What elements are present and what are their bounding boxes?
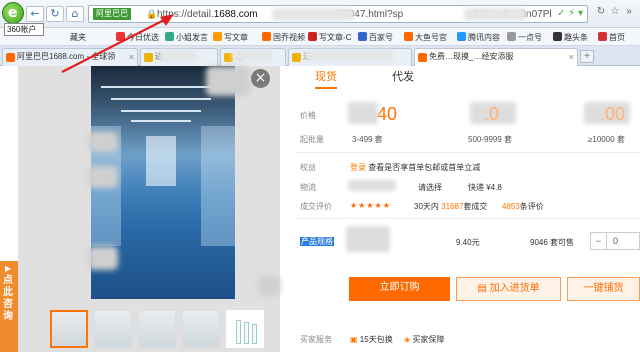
close-viewer-button[interactable]: × xyxy=(251,69,270,88)
quantity-value[interactable]: 0 xyxy=(613,236,618,246)
redacted-tab-text xyxy=(304,50,394,61)
qty-tier-3: ≥10000 套 xyxy=(588,135,625,144)
service-label: 买家服务 xyxy=(300,335,332,344)
review-label: 成交评价 xyxy=(300,202,332,211)
add-to-cart-button[interactable]: ▤ 加入进货单 xyxy=(456,277,561,301)
browser-tab-active[interactable]: 免费…现摸_…经安添服 × xyxy=(414,48,578,66)
bookmark-item[interactable]: 写文章 xyxy=(213,32,248,43)
tab-favicon-icon xyxy=(144,53,153,62)
new-tab-button[interactable]: + xyxy=(580,50,594,63)
moq-label: 起批量 xyxy=(300,135,324,144)
redacted-price xyxy=(348,102,378,124)
service-protection: ◈ 买家保障 xyxy=(404,335,445,344)
address-toolbar: e ← ↻ ⌂ 阿里巴巴 🔒 https://detail.1688.com 77… xyxy=(0,0,640,28)
redacted-region xyxy=(88,246,118,270)
buy-now-button[interactable]: 立即订购 xyxy=(349,277,450,301)
consult-float-button[interactable]: ▶ 点此咨询 xyxy=(0,261,18,352)
bookmark-item[interactable]: 藏夹 xyxy=(70,32,86,43)
tab-strip: 阿里巴巴1688.com - 全球领× 进 进 进 免费…现摸_…经安添服× + xyxy=(0,46,640,66)
thumbnail-image[interactable] xyxy=(182,310,220,348)
back-button[interactable]: ← xyxy=(26,6,44,22)
thumbnail-image[interactable] xyxy=(226,310,264,348)
tab-favicon-icon xyxy=(292,53,301,62)
benefit-label: 权益 xyxy=(300,163,316,172)
spec-label: 产品规格 xyxy=(300,237,334,246)
redacted-region xyxy=(88,132,118,152)
review-count[interactable]: 4853条评价 xyxy=(502,201,544,212)
qty-tier-1: 3-499 套 xyxy=(352,135,383,144)
exchange-icon: ▣ xyxy=(350,335,358,344)
close-tab-icon[interactable]: × xyxy=(129,49,134,65)
bookmark-item[interactable]: 写文章-C xyxy=(308,32,351,43)
redacted-region xyxy=(206,66,250,96)
bookmark-item[interactable]: 国乔视频 xyxy=(262,32,305,43)
bookmark-item[interactable]: 小姐发言 xyxy=(165,32,208,43)
rating-stars-icon: ★★★★★ xyxy=(350,201,391,210)
deal-count: 30天内 31687套成交 xyxy=(414,202,488,211)
price-label: 价格 xyxy=(300,111,316,120)
redacted-spec xyxy=(346,226,390,252)
region-select[interactable]: 请选择 xyxy=(418,182,442,193)
bookmark-item[interactable]: 趣头条 xyxy=(553,32,588,43)
express-fee: 快递 ¥4.8 xyxy=(468,183,502,192)
product-page: × ▶ 点此咨询 现货 代发 价格 9.40 .0 .00 起批量 3-499 … xyxy=(0,66,640,352)
home-button[interactable]: ⌂ xyxy=(66,6,84,22)
service-exchange: ▣ 15天包换 xyxy=(350,335,393,344)
tab-dropship[interactable]: 代发 xyxy=(392,68,414,84)
redacted-region xyxy=(258,276,280,296)
price-tier-3: .00 xyxy=(600,104,626,124)
cart-icon: ▤ xyxy=(477,283,490,294)
divider xyxy=(296,218,640,219)
quick-distribute-button[interactable]: 一键铺货 xyxy=(567,277,640,301)
site-verified-badge: 阿里巴巴 xyxy=(93,8,131,20)
browser-logo-icon[interactable]: e xyxy=(2,2,24,24)
bookmark-item[interactable]: 百家号 xyxy=(358,32,393,43)
refresh-button[interactable]: ↻ xyxy=(46,6,64,22)
thumbnail-image[interactable] xyxy=(50,310,88,348)
shield-icon: ◈ xyxy=(404,335,411,344)
spec-stock: 9046 套可售 xyxy=(530,238,575,247)
thumbnail-image[interactable] xyxy=(138,310,176,348)
redacted-tab-text xyxy=(158,50,198,61)
login-link[interactable]: 登录 xyxy=(350,163,366,172)
thumbnail-image[interactable] xyxy=(94,310,132,348)
refresh-page-button[interactable]: ↻ xyxy=(594,6,608,22)
tab-favicon-icon xyxy=(418,53,427,62)
redacted-location xyxy=(348,180,396,191)
redacted-tab-text xyxy=(232,50,272,61)
tab-favicon-icon xyxy=(6,53,15,62)
bookmarks-bar: 藏夹 今日优选 小姐发言 写文章 国乔视频 写文章-C 百家号 大鱼号官 腾讯内… xyxy=(0,28,640,46)
bookmark-item[interactable]: 首页 xyxy=(598,32,625,43)
more-icon[interactable]: » xyxy=(622,6,636,22)
divider xyxy=(296,152,640,153)
close-tab-icon[interactable]: × xyxy=(569,49,574,65)
account-tooltip: 360帐户 xyxy=(4,23,44,36)
redacted-url-part xyxy=(464,8,526,21)
bookmark-item[interactable]: 今日优选 xyxy=(116,32,159,43)
spec-price: 9.40元 xyxy=(456,238,480,247)
browser-tab[interactable]: 阿里巴巴1688.com - 全球领 × xyxy=(2,48,138,66)
url-actions-icon[interactable]: ✓ ⚡ ▾ xyxy=(557,8,583,19)
qty-tier-2: 500-9999 套 xyxy=(468,135,513,144)
url-input[interactable]: 阿里巴巴 🔒 https://detail.1688.com 77047.html… xyxy=(88,5,588,23)
price-tier-2: .0 xyxy=(484,104,500,124)
logistics-label: 物流 xyxy=(300,183,316,192)
bookmark-item[interactable]: 一点号 xyxy=(507,32,542,43)
redacted-url-part xyxy=(272,8,354,21)
quantity-stepper[interactable]: − 0 xyxy=(590,232,640,250)
tab-in-stock[interactable]: 现货 xyxy=(315,68,337,89)
lock-icon: 🔒 xyxy=(146,9,158,19)
bookmark-item[interactable]: 腾讯内容 xyxy=(457,32,500,43)
decrease-button[interactable]: − xyxy=(591,233,607,249)
benefit-row: 登录 查看是否享首单包邮或首单立减 xyxy=(350,163,481,172)
redacted-region xyxy=(88,166,118,188)
star-icon[interactable]: ☆ xyxy=(608,6,622,22)
bookmark-item[interactable]: 大鱼号官 xyxy=(404,32,447,43)
